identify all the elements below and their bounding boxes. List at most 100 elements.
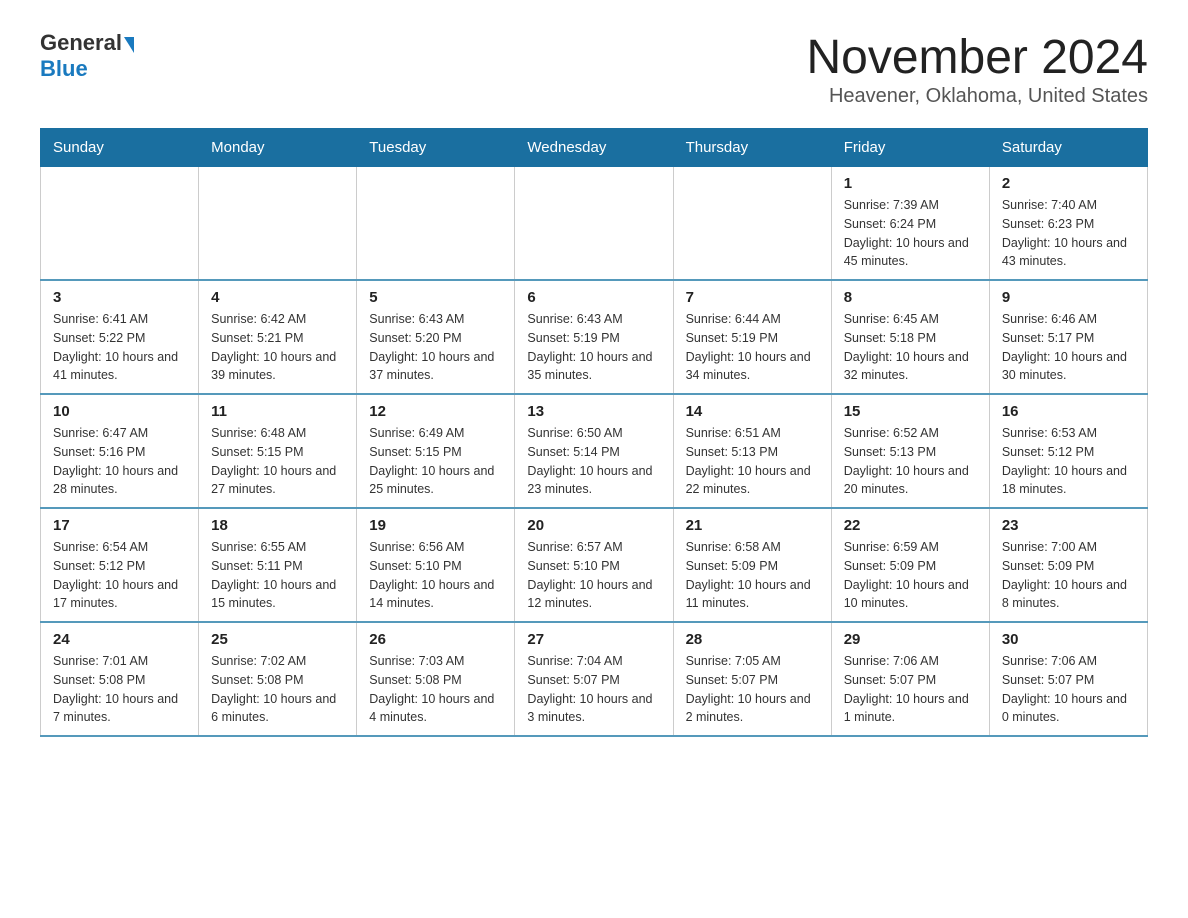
calendar-cell bbox=[357, 167, 515, 281]
day-info: Sunrise: 6:43 AMSunset: 5:20 PMDaylight:… bbox=[369, 310, 502, 385]
calendar-cell: 7 Sunrise: 6:44 AMSunset: 5:19 PMDaylight… bbox=[673, 280, 831, 394]
day-number: 22 bbox=[844, 517, 977, 534]
day-info: Sunrise: 6:41 AMSunset: 5:22 PMDaylight:… bbox=[53, 310, 186, 385]
day-number: 8 bbox=[844, 289, 977, 306]
calendar-cell: 1Sunrise: 7:39 AMSunset: 6:24 PMDaylight… bbox=[831, 167, 989, 281]
day-number: 30 bbox=[1002, 631, 1135, 648]
calendar-cell: 11 Sunrise: 6:48 AMSunset: 5:15 PMDayligh… bbox=[199, 394, 357, 508]
logo-general-text: General bbox=[40, 30, 122, 56]
day-info: Sunrise: 7:00 AMSunset: 5:09 PMDaylight:… bbox=[1002, 538, 1135, 613]
day-info: Sunrise: 6:51 AMSunset: 5:13 PMDaylight:… bbox=[686, 424, 819, 499]
day-info: Sunrise: 7:06 AMSunset: 5:07 PMDaylight:… bbox=[844, 652, 977, 727]
day-number: 14 bbox=[686, 403, 819, 420]
calendar-cell: 15 Sunrise: 6:52 AMSunset: 5:13 PMDayligh… bbox=[831, 394, 989, 508]
logo-triangle-icon bbox=[124, 37, 134, 53]
day-number: 12 bbox=[369, 403, 502, 420]
title-block: November 2024 Heavener, Oklahoma, United… bbox=[806, 30, 1148, 108]
week-row-1: 1Sunrise: 7:39 AMSunset: 6:24 PMDaylight… bbox=[41, 167, 1148, 281]
day-number: 23 bbox=[1002, 517, 1135, 534]
page-title: November 2024 bbox=[806, 30, 1148, 85]
day-number: 21 bbox=[686, 517, 819, 534]
day-number: 17 bbox=[53, 517, 186, 534]
calendar-cell: 12 Sunrise: 6:49 AMSunset: 5:15 PMDayligh… bbox=[357, 394, 515, 508]
day-number: 2 bbox=[1002, 175, 1135, 192]
calendar-cell: 3 Sunrise: 6:41 AMSunset: 5:22 PMDaylight… bbox=[41, 280, 199, 394]
day-info: Sunrise: 6:52 AMSunset: 5:13 PMDaylight:… bbox=[844, 424, 977, 499]
calendar-table: SundayMondayTuesdayWednesdayThursdayFrid… bbox=[40, 128, 1148, 737]
header-friday: Friday bbox=[831, 129, 989, 167]
week-row-4: 17 Sunrise: 6:54 AMSunset: 5:12 PMDayligh… bbox=[41, 508, 1148, 622]
header-tuesday: Tuesday bbox=[357, 129, 515, 167]
day-info: Sunrise: 6:59 AMSunset: 5:09 PMDaylight:… bbox=[844, 538, 977, 613]
calendar-cell: 18 Sunrise: 6:55 AMSunset: 5:11 PMDayligh… bbox=[199, 508, 357, 622]
calendar-cell bbox=[515, 167, 673, 281]
day-info: Sunrise: 7:40 AMSunset: 6:23 PMDaylight:… bbox=[1002, 196, 1135, 271]
day-number: 26 bbox=[369, 631, 502, 648]
day-info: Sunrise: 6:57 AMSunset: 5:10 PMDaylight:… bbox=[527, 538, 660, 613]
day-info: Sunrise: 6:49 AMSunset: 5:15 PMDaylight:… bbox=[369, 424, 502, 499]
calendar-cell: 17 Sunrise: 6:54 AMSunset: 5:12 PMDayligh… bbox=[41, 508, 199, 622]
day-info: Sunrise: 6:45 AMSunset: 5:18 PMDaylight:… bbox=[844, 310, 977, 385]
day-info: Sunrise: 6:54 AMSunset: 5:12 PMDaylight:… bbox=[53, 538, 186, 613]
day-number: 16 bbox=[1002, 403, 1135, 420]
header-monday: Monday bbox=[199, 129, 357, 167]
page-header: General Blue November 2024 Heavener, Okl… bbox=[40, 30, 1148, 108]
day-number: 27 bbox=[527, 631, 660, 648]
day-info: Sunrise: 6:47 AMSunset: 5:16 PMDaylight:… bbox=[53, 424, 186, 499]
day-info: Sunrise: 6:46 AMSunset: 5:17 PMDaylight:… bbox=[1002, 310, 1135, 385]
day-number: 10 bbox=[53, 403, 186, 420]
logo-blue: Blue bbox=[40, 56, 88, 82]
day-number: 7 bbox=[686, 289, 819, 306]
day-info: Sunrise: 7:05 AMSunset: 5:07 PMDaylight:… bbox=[686, 652, 819, 727]
day-info: Sunrise: 7:01 AMSunset: 5:08 PMDaylight:… bbox=[53, 652, 186, 727]
calendar-cell: 24Sunrise: 7:01 AMSunset: 5:08 PMDayligh… bbox=[41, 622, 199, 736]
calendar-cell: 2 Sunrise: 7:40 AMSunset: 6:23 PMDaylight… bbox=[989, 167, 1147, 281]
calendar-cell: 26Sunrise: 7:03 AMSunset: 5:08 PMDayligh… bbox=[357, 622, 515, 736]
calendar-cell: 30Sunrise: 7:06 AMSunset: 5:07 PMDayligh… bbox=[989, 622, 1147, 736]
calendar-cell: 5 Sunrise: 6:43 AMSunset: 5:20 PMDaylight… bbox=[357, 280, 515, 394]
calendar-cell: 9 Sunrise: 6:46 AMSunset: 5:17 PMDaylight… bbox=[989, 280, 1147, 394]
day-info: Sunrise: 6:53 AMSunset: 5:12 PMDaylight:… bbox=[1002, 424, 1135, 499]
day-number: 3 bbox=[53, 289, 186, 306]
header-saturday: Saturday bbox=[989, 129, 1147, 167]
day-number: 15 bbox=[844, 403, 977, 420]
day-info: Sunrise: 6:50 AMSunset: 5:14 PMDaylight:… bbox=[527, 424, 660, 499]
day-info: Sunrise: 7:39 AMSunset: 6:24 PMDaylight:… bbox=[844, 196, 977, 271]
day-info: Sunrise: 6:55 AMSunset: 5:11 PMDaylight:… bbox=[211, 538, 344, 613]
header-wednesday: Wednesday bbox=[515, 129, 673, 167]
calendar-cell: 29 Sunrise: 7:06 AMSunset: 5:07 PMDayligh… bbox=[831, 622, 989, 736]
calendar-cell: 23 Sunrise: 7:00 AMSunset: 5:09 PMDayligh… bbox=[989, 508, 1147, 622]
day-number: 5 bbox=[369, 289, 502, 306]
calendar-cell: 13 Sunrise: 6:50 AMSunset: 5:14 PMDayligh… bbox=[515, 394, 673, 508]
logo-text: General bbox=[40, 30, 134, 56]
day-info: Sunrise: 7:04 AMSunset: 5:07 PMDaylight:… bbox=[527, 652, 660, 727]
week-row-3: 10 Sunrise: 6:47 AMSunset: 5:16 PMDayligh… bbox=[41, 394, 1148, 508]
day-number: 29 bbox=[844, 631, 977, 648]
calendar-cell: 10 Sunrise: 6:47 AMSunset: 5:16 PMDayligh… bbox=[41, 394, 199, 508]
day-number: 13 bbox=[527, 403, 660, 420]
calendar-cell: 20 Sunrise: 6:57 AMSunset: 5:10 PMDayligh… bbox=[515, 508, 673, 622]
day-number: 6 bbox=[527, 289, 660, 306]
day-info: Sunrise: 6:48 AMSunset: 5:15 PMDaylight:… bbox=[211, 424, 344, 499]
day-info: Sunrise: 6:42 AMSunset: 5:21 PMDaylight:… bbox=[211, 310, 344, 385]
calendar-cell: 6Sunrise: 6:43 AMSunset: 5:19 PMDaylight… bbox=[515, 280, 673, 394]
day-info: Sunrise: 6:58 AMSunset: 5:09 PMDaylight:… bbox=[686, 538, 819, 613]
day-number: 20 bbox=[527, 517, 660, 534]
calendar-cell: 22 Sunrise: 6:59 AMSunset: 5:09 PMDayligh… bbox=[831, 508, 989, 622]
calendar-cell bbox=[41, 167, 199, 281]
day-number: 9 bbox=[1002, 289, 1135, 306]
week-row-5: 24Sunrise: 7:01 AMSunset: 5:08 PMDayligh… bbox=[41, 622, 1148, 736]
week-row-2: 3 Sunrise: 6:41 AMSunset: 5:22 PMDaylight… bbox=[41, 280, 1148, 394]
calendar-cell: 21 Sunrise: 6:58 AMSunset: 5:09 PMDayligh… bbox=[673, 508, 831, 622]
calendar-cell: 25Sunrise: 7:02 AMSunset: 5:08 PMDayligh… bbox=[199, 622, 357, 736]
calendar-header-row: SundayMondayTuesdayWednesdayThursdayFrid… bbox=[41, 129, 1148, 167]
calendar-cell: 8 Sunrise: 6:45 AMSunset: 5:18 PMDaylight… bbox=[831, 280, 989, 394]
calendar-cell: 19Sunrise: 6:56 AMSunset: 5:10 PMDayligh… bbox=[357, 508, 515, 622]
day-number: 18 bbox=[211, 517, 344, 534]
day-info: Sunrise: 6:44 AMSunset: 5:19 PMDaylight:… bbox=[686, 310, 819, 385]
day-number: 11 bbox=[211, 403, 344, 420]
day-info: Sunrise: 6:56 AMSunset: 5:10 PMDaylight:… bbox=[369, 538, 502, 613]
calendar-cell bbox=[199, 167, 357, 281]
calendar-cell bbox=[673, 167, 831, 281]
day-number: 28 bbox=[686, 631, 819, 648]
